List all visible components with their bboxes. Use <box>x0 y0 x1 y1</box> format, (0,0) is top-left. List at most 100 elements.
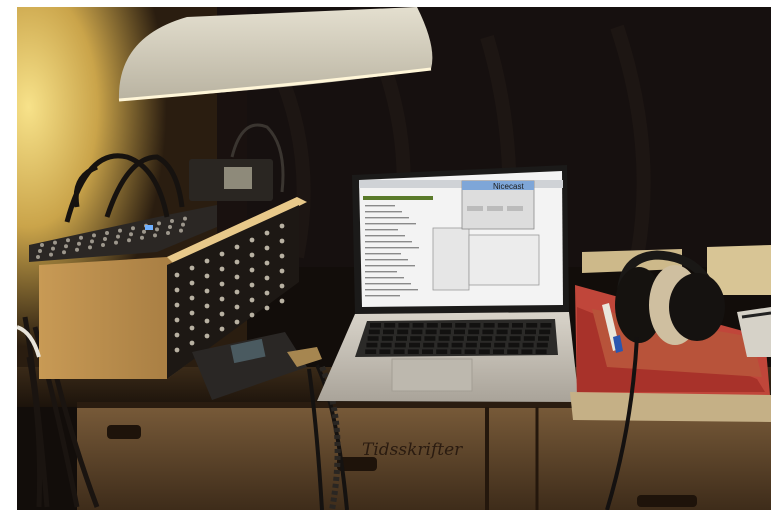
mixer-knob <box>92 233 96 238</box>
page-banner <box>363 196 433 200</box>
mixer-knob <box>118 228 122 233</box>
patch-jack <box>189 265 195 271</box>
mixer-knob <box>101 243 105 247</box>
nicecast-button[interactable] <box>467 206 483 211</box>
nicecast-window[interactable]: Nicecast <box>461 180 535 230</box>
key <box>368 329 380 335</box>
key <box>424 336 436 341</box>
key <box>367 336 379 341</box>
key <box>438 336 450 341</box>
mixer-knob <box>114 240 118 245</box>
mixer-knob <box>142 229 146 234</box>
key <box>510 329 522 335</box>
text-line <box>365 253 401 255</box>
headphone-cup-right <box>669 273 725 341</box>
patch-jack <box>204 273 210 279</box>
patch-jack <box>234 319 240 325</box>
key <box>481 336 493 341</box>
nicecast-button-3[interactable] <box>507 206 523 211</box>
mixer-knob <box>157 221 161 226</box>
key <box>539 329 551 335</box>
key <box>383 329 394 335</box>
patch-jack <box>189 340 195 346</box>
key <box>482 329 494 335</box>
mixer-knob <box>38 249 42 253</box>
mixer-knob <box>79 235 83 240</box>
text-line <box>365 289 418 291</box>
mixer-knob <box>129 232 133 237</box>
key <box>512 323 523 328</box>
mixer-knob <box>168 225 172 229</box>
text-line <box>365 217 409 219</box>
mixer-knob <box>36 255 40 259</box>
key <box>540 323 552 328</box>
key <box>468 329 480 335</box>
key <box>370 323 381 328</box>
patch-jack <box>174 287 180 293</box>
key <box>496 329 508 335</box>
patch-jack <box>249 297 255 303</box>
text-line <box>365 229 398 231</box>
key <box>536 342 548 348</box>
mixer-knob <box>155 227 159 232</box>
scene-svg: Tidsskrifter Nicecast <box>17 7 771 510</box>
patch-jack <box>189 310 195 316</box>
interface-display <box>224 167 252 189</box>
mixer-knob <box>179 228 183 233</box>
key <box>365 349 377 354</box>
patch-jack <box>219 311 225 317</box>
mixer-knob <box>90 239 94 244</box>
text-line <box>365 277 404 279</box>
patch-jack <box>264 260 270 266</box>
settings-panel <box>468 234 540 286</box>
patch-jack <box>264 275 270 281</box>
patch-jack <box>204 333 210 339</box>
mixer-knob <box>140 235 144 240</box>
mixer-knob <box>88 245 92 250</box>
key <box>454 329 465 335</box>
patch-jack <box>234 244 240 250</box>
mixer-knob <box>51 246 55 251</box>
patch-jack <box>174 317 180 323</box>
key <box>411 329 423 335</box>
text-line <box>365 295 400 297</box>
key <box>396 336 407 341</box>
mixer-knob <box>103 237 107 241</box>
key <box>464 349 476 354</box>
key <box>465 342 477 348</box>
key <box>412 323 424 328</box>
key <box>478 349 490 354</box>
patch-jack <box>219 326 225 332</box>
key <box>422 349 433 354</box>
drawer-handle-left <box>107 425 141 439</box>
text-line <box>365 211 402 213</box>
patch-jack <box>189 325 195 331</box>
key <box>450 349 462 354</box>
patch-jack <box>249 267 255 273</box>
key <box>379 349 391 354</box>
mixer-knob <box>66 238 70 243</box>
patch-jack <box>174 347 180 353</box>
key <box>495 336 507 341</box>
text-line <box>365 271 397 273</box>
mixer-knob <box>53 240 57 245</box>
patch-jack <box>204 288 210 294</box>
key <box>469 323 481 328</box>
patch-jack <box>279 298 285 304</box>
key <box>423 342 435 348</box>
key <box>535 349 547 354</box>
key <box>451 342 463 348</box>
mixer-knob <box>62 250 66 255</box>
nicecast-button-2[interactable] <box>487 206 503 211</box>
text-line <box>365 283 411 285</box>
patch-jack <box>249 252 255 258</box>
drawer-handle-right <box>637 495 697 507</box>
laptop-trackpad[interactable] <box>391 358 473 392</box>
key <box>497 323 509 328</box>
key <box>508 342 520 348</box>
key <box>522 342 534 348</box>
patch-jack <box>234 274 240 280</box>
mixer-knob <box>181 222 185 227</box>
key <box>381 336 393 341</box>
mixer-knob <box>75 247 79 252</box>
